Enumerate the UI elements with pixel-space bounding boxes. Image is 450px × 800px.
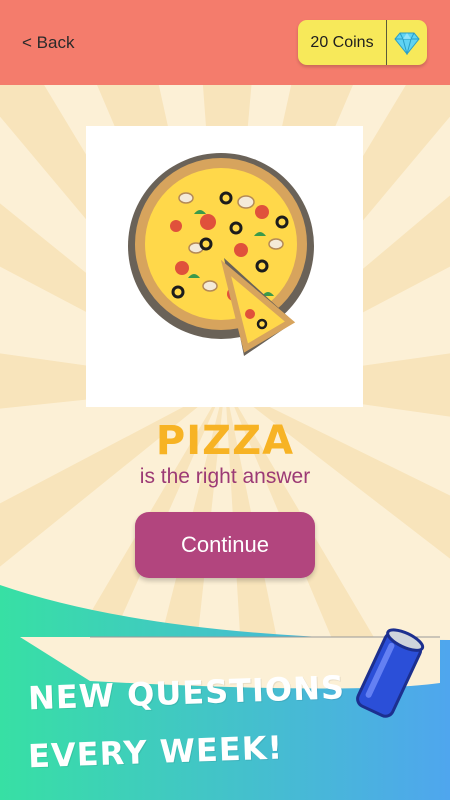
coins-badge[interactable]: 20 Coins xyxy=(298,20,427,65)
pizza-illustration xyxy=(128,153,314,356)
diamond-icon xyxy=(387,31,427,55)
answer-subtitle: is the right answer xyxy=(139,465,311,488)
soda-can-icon xyxy=(356,628,425,718)
coins-count: 20 Coins xyxy=(310,33,374,51)
top-bar: < Back 20 Coins xyxy=(0,0,450,85)
continue-button[interactable]: Continue xyxy=(135,512,315,578)
answer-image-card xyxy=(86,126,363,407)
back-button[interactable]: < Back xyxy=(22,33,74,53)
answer-word: PIZZA xyxy=(155,418,295,464)
